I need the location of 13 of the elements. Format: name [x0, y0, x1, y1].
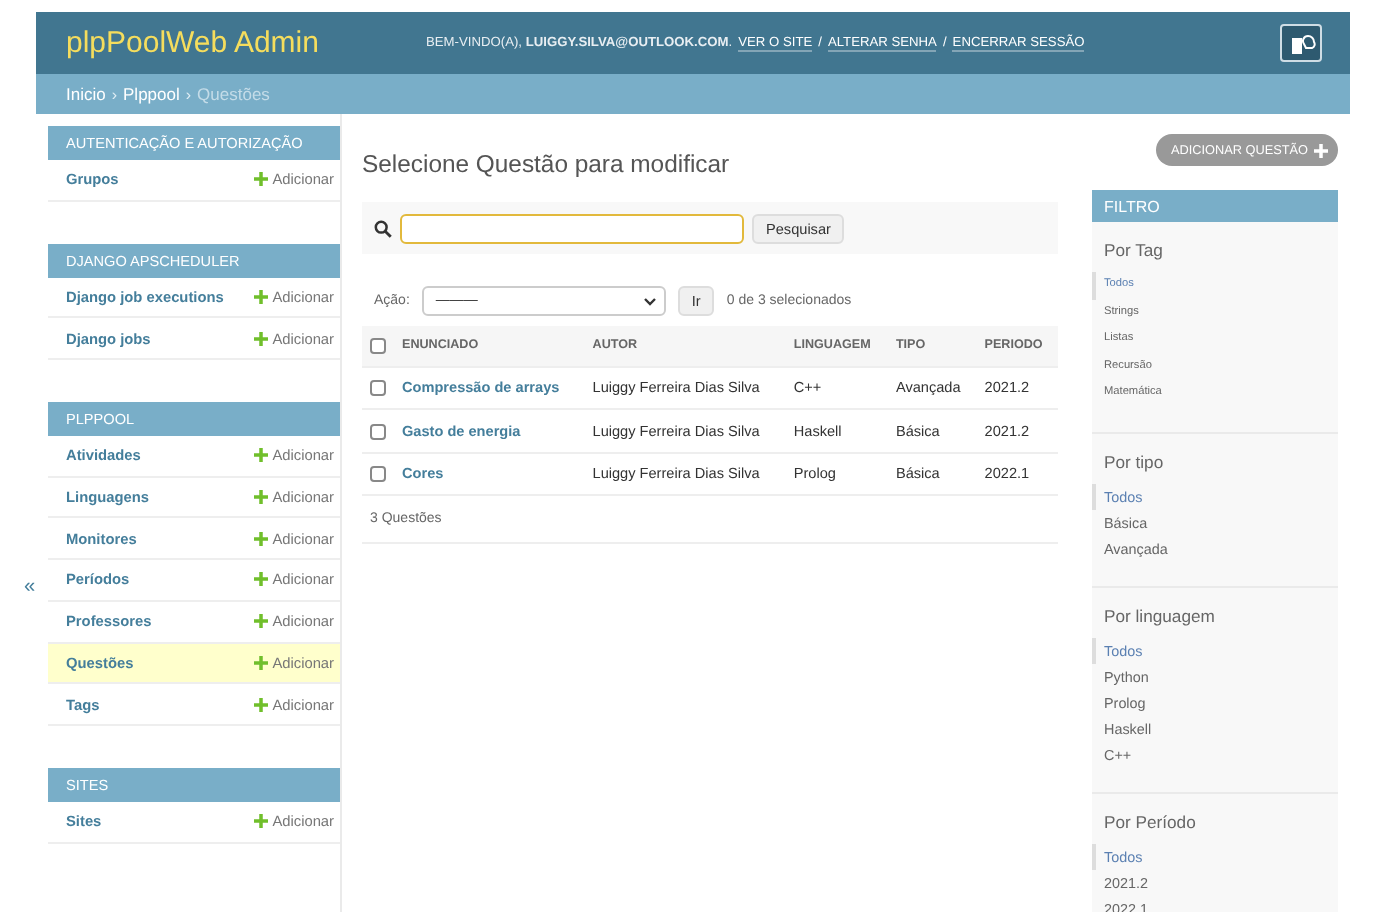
- filter-title: Por Tag: [1104, 240, 1165, 260]
- breadcrumb-link[interactable]: Plppool: [123, 84, 180, 104]
- breadcrumb-separator: ›: [185, 85, 192, 103]
- filter-title: Por linguagem: [1104, 605, 1217, 625]
- sidebar-toggle[interactable]: «: [24, 576, 36, 598]
- breadcrumb-separator: ›: [111, 85, 118, 103]
- page-title: Selecione Questão para modificar: [362, 150, 732, 178]
- site-title: plpPoolWeb Admin: [66, 26, 321, 60]
- filter-header: FILTRO: [1092, 190, 1338, 222]
- filter-title: Por Período: [1104, 811, 1198, 831]
- filter-title: Por tipo: [1104, 451, 1166, 471]
- breadcrumb-link[interactable]: Inicio: [66, 84, 106, 104]
- breadcrumb-current: Questões: [197, 84, 270, 104]
